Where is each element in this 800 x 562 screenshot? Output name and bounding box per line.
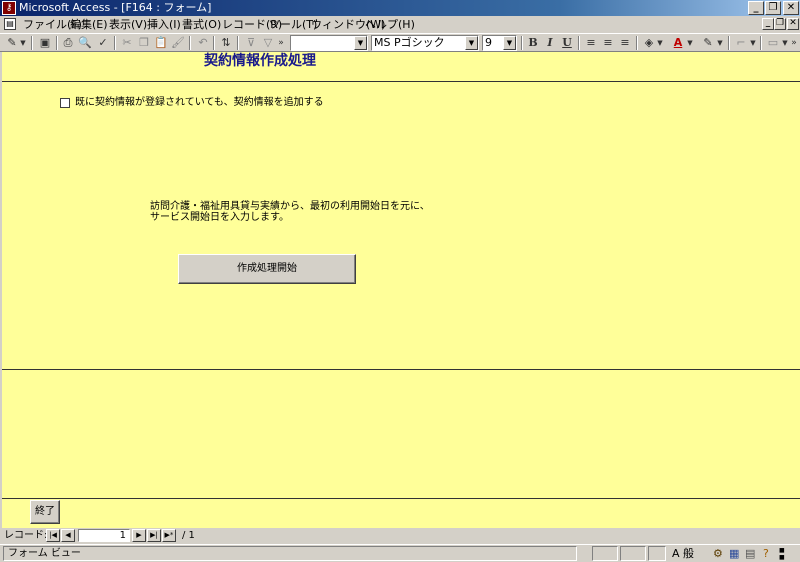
- caps-kana-indicator-icon: ■ ■: [779, 547, 785, 561]
- italic-button[interactable]: I: [542, 35, 558, 51]
- detail-divider: [2, 369, 800, 370]
- ime-help-icon[interactable]: ?: [763, 547, 769, 561]
- fill-color-icon[interactable]: ◈: [641, 35, 657, 51]
- view-dropdown-icon[interactable]: ▼: [19, 35, 27, 51]
- doc-minimize-button[interactable]: _: [762, 18, 774, 30]
- last-record-button[interactable]: ▶|: [147, 529, 161, 542]
- underline-button[interactable]: U: [559, 35, 575, 51]
- filter-form-icon[interactable]: ▽: [260, 35, 276, 51]
- bold-button[interactable]: B: [525, 35, 541, 51]
- end-button[interactable]: 終了: [30, 500, 60, 524]
- chevron-down-icon[interactable]: ▼: [686, 35, 694, 51]
- font-name-value: MS Pゴシック: [374, 36, 445, 49]
- chevron-down-icon[interactable]: ▼: [354, 36, 367, 50]
- status-bar: フォーム ビュー A 般 ⚙ ▦ ▤ ? ■ ■: [0, 544, 800, 562]
- toolbar-overflow-icon[interactable]: »: [790, 35, 798, 51]
- chevron-down-icon[interactable]: ▼: [749, 35, 757, 51]
- status-text: フォーム ビュー: [3, 546, 577, 561]
- menu-bar: ▤ ファイル(F) 編集(E) 表示(V) 挿入(I) 書式(O) レコード(R…: [0, 16, 800, 33]
- chevron-down-icon[interactable]: ▼: [503, 36, 516, 50]
- status-cell: [620, 546, 646, 561]
- menu-insert[interactable]: 挿入(I): [144, 17, 184, 32]
- status-cell: [592, 546, 618, 561]
- menu-help[interactable]: ヘルプ(H): [362, 17, 418, 32]
- form-window-icon[interactable]: ▤: [4, 18, 16, 30]
- filter-icon[interactable]: ⊽: [243, 35, 259, 51]
- print-preview-icon[interactable]: 🔍: [77, 35, 93, 51]
- doc-restore-button[interactable]: ❐: [774, 18, 786, 30]
- object-combo[interactable]: ▼: [290, 35, 368, 51]
- new-record-button[interactable]: ▶*: [162, 529, 176, 542]
- chevron-down-icon[interactable]: ▼: [465, 36, 478, 50]
- info-line-2: サービス開始日を入力します。: [150, 212, 289, 223]
- ime-pad-icon[interactable]: ▤: [745, 547, 755, 561]
- align-right-icon[interactable]: ≡: [617, 35, 633, 51]
- formatting-toolbar: ✎ ▼ ▣ ⎙ 🔍 ✓ ✂ ❐ 📋 🖌 ↶ ⇅ ⊽ ▽ » ▼ MS Pゴシック…: [0, 33, 800, 52]
- chevron-down-icon[interactable]: ▼: [781, 35, 789, 51]
- paste-icon[interactable]: 📋: [153, 35, 169, 51]
- footer-divider: [2, 498, 800, 499]
- view-icon[interactable]: ✎: [4, 35, 20, 51]
- save-icon[interactable]: ▣: [37, 35, 53, 51]
- align-center-icon[interactable]: ≡: [600, 35, 616, 51]
- font-size-combo[interactable]: 9 ▼: [482, 35, 517, 51]
- copy-icon[interactable]: ❐: [136, 35, 152, 51]
- font-size-value: 9: [485, 36, 492, 49]
- add-contract-checkbox[interactable]: [60, 98, 70, 108]
- format-painter-icon[interactable]: 🖌: [170, 35, 186, 51]
- restore-button[interactable]: ❐: [765, 1, 781, 15]
- menu-edit[interactable]: 編集(E): [67, 17, 111, 32]
- ime-tools-icon[interactable]: ⚙: [713, 547, 723, 561]
- record-total: / 1: [182, 530, 195, 541]
- start-processing-button[interactable]: 作成処理開始: [178, 254, 356, 284]
- current-record-input[interactable]: 1: [78, 529, 130, 542]
- record-label: レコード:: [4, 530, 48, 541]
- form-title: 契約情報作成処理: [204, 53, 316, 69]
- window-title: Microsoft Access - [F164 : フォーム]: [19, 1, 212, 14]
- line-color-icon[interactable]: ✎: [700, 35, 716, 51]
- access-app-icon[interactable]: ⚷: [2, 1, 16, 15]
- chevron-down-icon[interactable]: ▼: [656, 35, 664, 51]
- print-icon[interactable]: ⎙: [60, 35, 76, 51]
- previous-record-button[interactable]: ◀: [61, 529, 75, 542]
- chevron-down-icon[interactable]: ▼: [716, 35, 724, 51]
- header-divider: [2, 81, 800, 82]
- doc-close-button[interactable]: ✕: [787, 18, 799, 30]
- close-button[interactable]: ✕: [783, 1, 799, 15]
- next-record-button[interactable]: ▶: [132, 529, 146, 542]
- undo-icon[interactable]: ↶: [195, 35, 211, 51]
- minimize-button[interactable]: _: [748, 1, 764, 15]
- form-body: 契約情報作成処理 既に契約情報が登録されていても、契約情報を追加する 訪問介護・…: [2, 52, 800, 528]
- status-cell: [648, 546, 666, 561]
- ime-mode[interactable]: A 般: [672, 547, 694, 561]
- cut-icon[interactable]: ✂: [119, 35, 135, 51]
- spellcheck-icon[interactable]: ✓: [95, 35, 111, 51]
- info-line-1: 訪問介護・福祉用具貸与実績から、最初の利用開始日を元に、: [150, 201, 430, 212]
- font-name-combo[interactable]: MS Pゴシック ▼: [371, 35, 479, 51]
- menu-format[interactable]: 書式(O): [179, 17, 224, 32]
- info-text: 訪問介護・福祉用具貸与実績から、最初の利用開始日を元に、 サービス開始日を入力し…: [150, 201, 430, 223]
- first-record-button[interactable]: |◀: [46, 529, 60, 542]
- special-effect-icon[interactable]: ▭: [765, 35, 781, 51]
- record-navigation: レコード: |◀ ◀ 1 ▶ ▶| ▶* / 1: [2, 528, 800, 544]
- border-width-icon[interactable]: ⌐: [733, 35, 749, 51]
- ime-dictionary-icon[interactable]: ▦: [729, 547, 739, 561]
- add-contract-checkbox-label: 既に契約情報が登録されていても、契約情報を追加する: [75, 97, 324, 108]
- sort-icon[interactable]: ⇅: [218, 35, 234, 51]
- title-bar: ⚷ Microsoft Access - [F164 : フォーム] _ ❐ ✕: [0, 0, 800, 16]
- align-left-icon[interactable]: ≡: [583, 35, 599, 51]
- font-color-button[interactable]: A: [670, 35, 686, 51]
- toolbar-overflow-icon[interactable]: »: [276, 35, 286, 51]
